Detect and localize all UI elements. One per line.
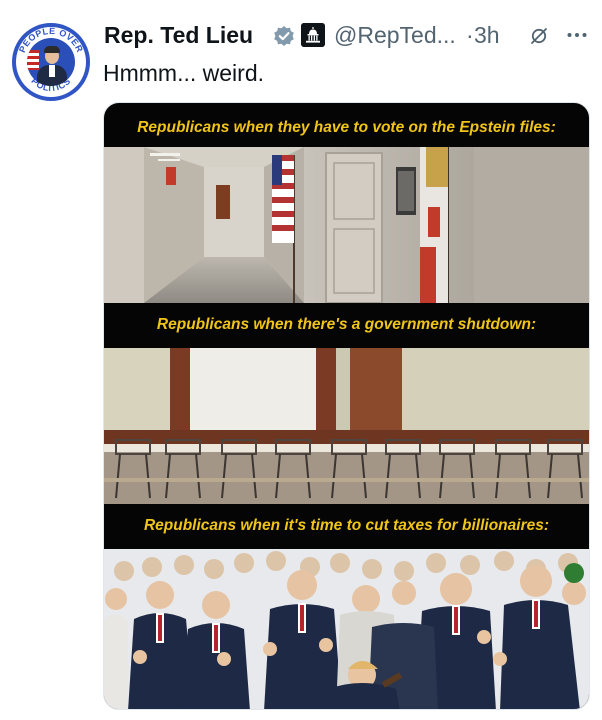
tweet-text: Hmmm... weird. — [103, 60, 264, 86]
timestamp[interactable]: 3h — [474, 22, 500, 49]
author-name[interactable]: Rep. Ted Lieu — [104, 22, 253, 49]
crowded-celebration-panel — [104, 549, 589, 709]
panel-caption-2: Republicans when there's a government sh… — [156, 316, 537, 333]
portrait-shirt — [49, 65, 55, 77]
empty-hearing-room-panel — [104, 348, 589, 504]
grok-icon[interactable] — [529, 26, 549, 46]
empty-hearing-room-scene — [104, 348, 589, 504]
crowded-celebration-scene — [104, 549, 589, 709]
verified-badge-icon[interactable] — [273, 25, 295, 47]
empty-hallway-panel — [104, 147, 589, 303]
dot-separator: · — [466, 22, 474, 48]
avatar-photo — [27, 38, 75, 86]
panel-caption-1: Republicans when they have to vote on th… — [137, 119, 556, 136]
author-handle[interactable]: @RepTed... — [334, 22, 456, 49]
portrait-hair — [44, 46, 60, 53]
panel-caption-3: Republicans when it's time to cut taxes … — [143, 517, 550, 534]
flag-icon — [27, 50, 39, 70]
tweet-media-image[interactable]: Republicans when they have to vote on th… — [103, 102, 590, 710]
avatar[interactable]: PEOPLE OVER POLITICS — [12, 23, 90, 101]
capitol-building-icon[interactable] — [301, 23, 325, 47]
empty-hallway-scene — [104, 147, 589, 303]
more-options-icon[interactable] — [566, 27, 588, 43]
